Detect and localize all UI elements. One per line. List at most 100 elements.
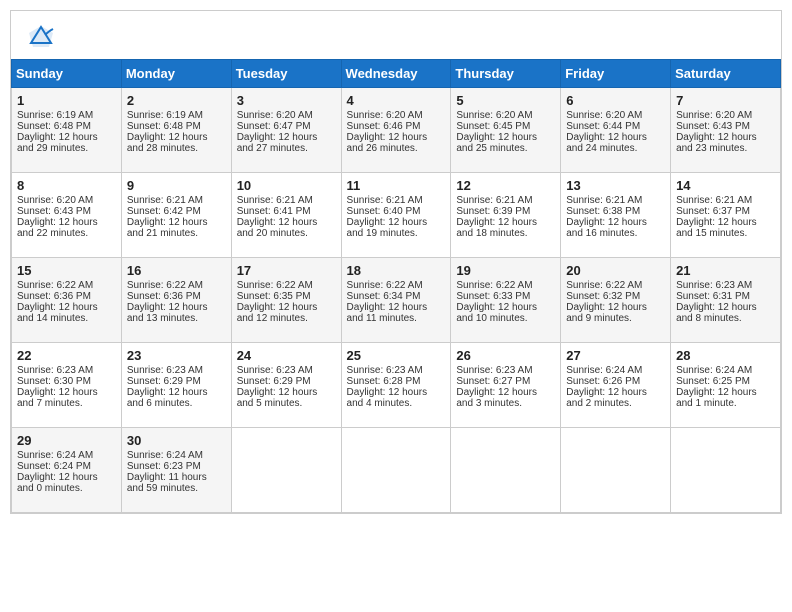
day-info-line: Daylight: 12 hours	[566, 387, 665, 398]
day-info-line: Sunrise: 6:23 AM	[237, 365, 336, 376]
day-info-line: Sunset: 6:29 PM	[237, 376, 336, 387]
day-info-line: Daylight: 12 hours	[17, 132, 116, 143]
day-info-line: Sunrise: 6:23 AM	[456, 365, 555, 376]
day-info-line: Sunrise: 6:20 AM	[676, 110, 775, 121]
day-info-line: and 10 minutes.	[456, 313, 555, 324]
calendar-week-row: 29Sunrise: 6:24 AMSunset: 6:24 PMDayligh…	[12, 428, 781, 513]
day-info-line: Daylight: 12 hours	[127, 387, 226, 398]
day-number: 8	[17, 178, 116, 193]
calendar-day-cell: 23Sunrise: 6:23 AMSunset: 6:29 PMDayligh…	[121, 343, 231, 428]
day-number: 19	[456, 263, 555, 278]
day-info-line: Daylight: 12 hours	[676, 132, 775, 143]
day-info-line: and 22 minutes.	[17, 228, 116, 239]
calendar-day-cell: 21Sunrise: 6:23 AMSunset: 6:31 PMDayligh…	[671, 258, 781, 343]
day-number: 26	[456, 348, 555, 363]
day-info-line: Sunrise: 6:20 AM	[566, 110, 665, 121]
day-number: 13	[566, 178, 665, 193]
day-number: 9	[127, 178, 226, 193]
day-number: 25	[347, 348, 446, 363]
calendar-day-cell: 3Sunrise: 6:20 AMSunset: 6:47 PMDaylight…	[231, 88, 341, 173]
calendar-day-cell: 11Sunrise: 6:21 AMSunset: 6:40 PMDayligh…	[341, 173, 451, 258]
day-info-line: Daylight: 12 hours	[237, 387, 336, 398]
day-info-line: and 12 minutes.	[237, 313, 336, 324]
day-info-line: Sunrise: 6:22 AM	[566, 280, 665, 291]
logo-area	[27, 23, 57, 51]
day-info-line: Sunset: 6:34 PM	[347, 291, 446, 302]
calendar-day-cell: 28Sunrise: 6:24 AMSunset: 6:25 PMDayligh…	[671, 343, 781, 428]
day-info-line: Daylight: 11 hours	[127, 472, 226, 483]
day-info-line: Sunset: 6:40 PM	[347, 206, 446, 217]
day-info-line: Sunset: 6:43 PM	[676, 121, 775, 132]
day-info-line: Daylight: 12 hours	[456, 217, 555, 228]
calendar-week-row: 8Sunrise: 6:20 AMSunset: 6:43 PMDaylight…	[12, 173, 781, 258]
day-info-line: Sunset: 6:25 PM	[676, 376, 775, 387]
day-number: 27	[566, 348, 665, 363]
day-info-line: Daylight: 12 hours	[456, 302, 555, 313]
day-number: 16	[127, 263, 226, 278]
day-info-line: Sunset: 6:41 PM	[237, 206, 336, 217]
day-info-line: Daylight: 12 hours	[347, 302, 446, 313]
calendar-week-row: 1Sunrise: 6:19 AMSunset: 6:48 PMDaylight…	[12, 88, 781, 173]
day-number: 6	[566, 93, 665, 108]
weekday-header: Tuesday	[231, 60, 341, 88]
day-info-line: Sunrise: 6:23 AM	[347, 365, 446, 376]
day-info-line: Daylight: 12 hours	[127, 132, 226, 143]
calendar-day-cell	[671, 428, 781, 513]
day-info-line: Sunset: 6:38 PM	[566, 206, 665, 217]
day-info-line: Daylight: 12 hours	[347, 132, 446, 143]
weekday-header: Monday	[121, 60, 231, 88]
day-info-line: Daylight: 12 hours	[347, 217, 446, 228]
day-info-line: and 4 minutes.	[347, 398, 446, 409]
calendar-day-cell: 13Sunrise: 6:21 AMSunset: 6:38 PMDayligh…	[561, 173, 671, 258]
calendar-day-cell: 9Sunrise: 6:21 AMSunset: 6:42 PMDaylight…	[121, 173, 231, 258]
day-info-line: and 11 minutes.	[347, 313, 446, 324]
calendar-day-cell: 5Sunrise: 6:20 AMSunset: 6:45 PMDaylight…	[451, 88, 561, 173]
day-info-line: Daylight: 12 hours	[566, 217, 665, 228]
day-info-line: Sunrise: 6:21 AM	[456, 195, 555, 206]
calendar-day-cell: 2Sunrise: 6:19 AMSunset: 6:48 PMDaylight…	[121, 88, 231, 173]
day-info-line: Daylight: 12 hours	[237, 217, 336, 228]
calendar-day-cell: 29Sunrise: 6:24 AMSunset: 6:24 PMDayligh…	[12, 428, 122, 513]
day-info-line: Sunset: 6:28 PM	[347, 376, 446, 387]
day-info-line: Sunset: 6:42 PM	[127, 206, 226, 217]
day-info-line: Daylight: 12 hours	[127, 217, 226, 228]
day-info-line: Sunset: 6:37 PM	[676, 206, 775, 217]
day-info-line: and 25 minutes.	[456, 143, 555, 154]
calendar-day-cell: 12Sunrise: 6:21 AMSunset: 6:39 PMDayligh…	[451, 173, 561, 258]
calendar-day-cell: 17Sunrise: 6:22 AMSunset: 6:35 PMDayligh…	[231, 258, 341, 343]
calendar-day-cell: 15Sunrise: 6:22 AMSunset: 6:36 PMDayligh…	[12, 258, 122, 343]
day-info-line: Sunrise: 6:22 AM	[347, 280, 446, 291]
day-number: 10	[237, 178, 336, 193]
day-info-line: Sunset: 6:35 PM	[237, 291, 336, 302]
calendar-day-cell: 8Sunrise: 6:20 AMSunset: 6:43 PMDaylight…	[12, 173, 122, 258]
day-info-line: and 5 minutes.	[237, 398, 336, 409]
day-info-line: and 27 minutes.	[237, 143, 336, 154]
day-number: 28	[676, 348, 775, 363]
day-info-line: and 18 minutes.	[456, 228, 555, 239]
calendar-day-cell: 27Sunrise: 6:24 AMSunset: 6:26 PMDayligh…	[561, 343, 671, 428]
day-info-line: Sunrise: 6:20 AM	[237, 110, 336, 121]
day-info-line: and 8 minutes.	[676, 313, 775, 324]
day-info-line: Sunset: 6:48 PM	[127, 121, 226, 132]
day-info-line: and 19 minutes.	[347, 228, 446, 239]
day-info-line: and 7 minutes.	[17, 398, 116, 409]
day-info-line: Daylight: 12 hours	[237, 302, 336, 313]
day-number: 15	[17, 263, 116, 278]
day-info-line: Sunrise: 6:23 AM	[127, 365, 226, 376]
day-info-line: Daylight: 12 hours	[676, 302, 775, 313]
day-info-line: Daylight: 12 hours	[127, 302, 226, 313]
calendar-day-cell: 6Sunrise: 6:20 AMSunset: 6:44 PMDaylight…	[561, 88, 671, 173]
calendar-day-cell: 4Sunrise: 6:20 AMSunset: 6:46 PMDaylight…	[341, 88, 451, 173]
day-info-line: Sunrise: 6:20 AM	[17, 195, 116, 206]
day-info-line: Sunset: 6:31 PM	[676, 291, 775, 302]
day-info-line: Sunset: 6:47 PM	[237, 121, 336, 132]
weekday-header: Wednesday	[341, 60, 451, 88]
day-info-line: Sunrise: 6:20 AM	[456, 110, 555, 121]
calendar-day-cell: 24Sunrise: 6:23 AMSunset: 6:29 PMDayligh…	[231, 343, 341, 428]
calendar-week-row: 15Sunrise: 6:22 AMSunset: 6:36 PMDayligh…	[12, 258, 781, 343]
calendar-day-cell: 19Sunrise: 6:22 AMSunset: 6:33 PMDayligh…	[451, 258, 561, 343]
day-info-line: and 3 minutes.	[456, 398, 555, 409]
day-info-line: Sunset: 6:26 PM	[566, 376, 665, 387]
day-number: 5	[456, 93, 555, 108]
day-info-line: Sunset: 6:48 PM	[17, 121, 116, 132]
